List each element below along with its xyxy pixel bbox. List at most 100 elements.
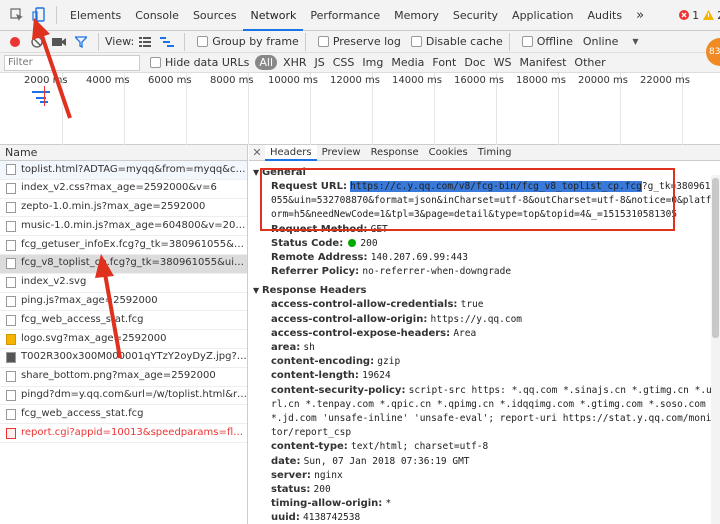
- tab-audits[interactable]: Audits: [581, 0, 630, 31]
- header-value: 19624: [362, 370, 391, 382]
- record-icon[interactable]: [4, 31, 26, 53]
- response-header-row: content-length: 19624: [249, 369, 720, 383]
- request-row[interactable]: index_v2.svg: [0, 274, 247, 293]
- status-code-row: Status Code: 200: [249, 237, 720, 251]
- inspect-element-icon[interactable]: [6, 4, 28, 26]
- request-row[interactable]: ping.js?max_age=2592000: [0, 293, 247, 312]
- error-icon: [679, 10, 690, 20]
- timeline-tick-label: 12000 ms: [330, 75, 380, 86]
- request-row[interactable]: music-1.0.min.js?max_age=604800&v=201711…: [0, 217, 247, 237]
- divider: [56, 6, 57, 24]
- preserve-log-label: Preserve log: [332, 35, 401, 48]
- request-row-error[interactable]: report.cgi?appid=10013&speedparams=flag1…: [0, 424, 247, 443]
- request-row[interactable]: fcg_web_access_stat.fcg: [0, 311, 247, 331]
- throttle-select[interactable]: Online: [583, 35, 618, 48]
- request-list: Name toplist.html?ADTAG=myqq&from=myqq&c…: [0, 145, 248, 524]
- preserve-log-checkbox[interactable]: [317, 36, 329, 47]
- response-header-row: area: sh: [249, 341, 720, 355]
- tab-timing[interactable]: Timing: [473, 145, 517, 161]
- large-rows-icon[interactable]: [134, 31, 156, 53]
- tab-headers[interactable]: Headers: [265, 145, 317, 161]
- request-row[interactable]: share_bottom.png?max_age=2592000: [0, 368, 247, 387]
- request-name: ping.js?max_age=2592000: [21, 295, 158, 307]
- header-value: Area: [453, 327, 477, 339]
- request-row[interactable]: zepto-1.0.min.js?max_age=2592000: [0, 199, 247, 218]
- type-filter-js[interactable]: JS: [311, 56, 329, 69]
- request-row[interactable]: fcg_getuser_infoEx.fcg?g_tk=380961055&ui…: [0, 236, 247, 255]
- screenshot-icon[interactable]: [48, 31, 70, 53]
- type-filter-doc[interactable]: Doc: [460, 56, 489, 69]
- response-header-row: date: Sun, 07 Jan 2018 07:36:19 GMT: [249, 455, 720, 469]
- header-value: https://y.qq.com: [430, 313, 523, 325]
- offline-label: Offline: [536, 35, 573, 48]
- timeline-tick-label: 4000 ms: [86, 75, 130, 86]
- request-row[interactable]: T002R300x300M000001qYTzY2oyDyZ.jpg?max_.…: [0, 349, 247, 368]
- tab-network[interactable]: Network: [243, 0, 304, 31]
- timeline-bar: [32, 91, 50, 93]
- more-tabs-button[interactable]: »: [629, 0, 651, 31]
- type-filter-media[interactable]: Media: [387, 56, 428, 69]
- request-row[interactable]: toplist.html?ADTAG=myqq&from=myqq&chann.…: [0, 161, 247, 180]
- offline-checkbox[interactable]: [521, 36, 533, 47]
- file-icon: [6, 295, 16, 307]
- tab-cookies[interactable]: Cookies: [424, 145, 473, 161]
- disable-cache-label: Disable cache: [425, 35, 503, 48]
- timeline-tick-label: 16000 ms: [454, 75, 504, 86]
- response-headers-section-header[interactable]: ▼ Response Headers: [249, 284, 720, 298]
- tab-preview[interactable]: Preview: [317, 145, 366, 161]
- device-toolbar-icon[interactable]: [28, 4, 50, 26]
- timeline-load-marker: [44, 86, 45, 106]
- tab-security[interactable]: Security: [446, 0, 505, 31]
- tab-memory[interactable]: Memory: [387, 0, 446, 31]
- image-icon: [6, 333, 16, 345]
- timeline-overview[interactable]: 2000 ms 4000 ms 6000 ms 8000 ms 10000 ms…: [0, 73, 720, 145]
- tab-elements[interactable]: Elements: [63, 0, 128, 31]
- name-column-header[interactable]: Name: [0, 145, 247, 161]
- filter-input[interactable]: [4, 54, 140, 71]
- filter-icon[interactable]: [70, 31, 92, 53]
- tab-sources[interactable]: Sources: [186, 0, 244, 31]
- request-name: fcg_v8_toplist_cp.fcg?g_tk=380961055&uin…: [21, 257, 247, 269]
- waterfall-icon[interactable]: [156, 31, 178, 53]
- tab-console[interactable]: Console: [128, 0, 186, 31]
- type-filter-manifest[interactable]: Manifest: [515, 56, 570, 69]
- chevron-down-icon[interactable]: ▼: [632, 37, 638, 46]
- remote-address-label: Remote Address:: [271, 252, 368, 264]
- hide-data-urls-checkbox[interactable]: [150, 57, 161, 68]
- tab-application[interactable]: Application: [505, 0, 580, 31]
- tab-response[interactable]: Response: [366, 145, 424, 161]
- close-detail-icon[interactable]: ✕: [249, 146, 265, 159]
- issue-counters[interactable]: 1 2: [679, 9, 720, 22]
- timeline-tick-label: 6000 ms: [148, 75, 192, 86]
- type-filter-ws[interactable]: WS: [490, 56, 516, 69]
- request-row[interactable]: pingd?dm=y.qq.com&url=/w/toplist.html&rd…: [0, 387, 247, 406]
- request-name: toplist.html?ADTAG=myqq&from=myqq&chann.…: [21, 163, 247, 175]
- header-value: nginx: [314, 469, 343, 481]
- request-row[interactable]: fcg_web_access_stat.fcg: [0, 405, 247, 425]
- disable-cache-checkbox[interactable]: [410, 36, 422, 47]
- type-filter-xhr[interactable]: XHR: [279, 56, 310, 69]
- header-name: access-control-allow-origin:: [271, 313, 428, 325]
- request-row[interactable]: logo.svg?max_age=2592000: [0, 330, 247, 349]
- request-name: fcg_getuser_infoEx.fcg?g_tk=380961055&ui…: [21, 238, 247, 250]
- request-row[interactable]: index_v2.css?max_age=2592000&v=6: [0, 180, 247, 199]
- type-filter-css[interactable]: CSS: [329, 56, 359, 69]
- warning-icon: [703, 10, 715, 20]
- type-filter-font[interactable]: Font: [428, 56, 460, 69]
- request-name: zepto-1.0.min.js?max_age=2592000: [21, 201, 206, 213]
- type-filter-all[interactable]: All: [255, 55, 278, 70]
- timeline-tick-label: 18000 ms: [516, 75, 566, 86]
- group-by-frame-checkbox[interactable]: [197, 36, 209, 47]
- header-value: sh: [303, 342, 315, 354]
- header-value: 4138742538: [303, 512, 361, 524]
- type-filter-img[interactable]: Img: [358, 56, 387, 69]
- request-name: fcg_web_access_stat.fcg: [21, 313, 144, 325]
- filter-bar: Hide data URLs All XHR JS CSS Img Media …: [0, 53, 720, 73]
- type-filter-other[interactable]: Other: [570, 56, 609, 69]
- header-name: content-length:: [271, 370, 359, 382]
- clear-icon[interactable]: [26, 31, 48, 53]
- remote-address-value: 140.207.69.99:443: [370, 252, 468, 264]
- request-row-selected[interactable]: fcg_v8_toplist_cp.fcg?g_tk=380961055&uin…: [0, 254, 247, 274]
- detail-scrollbar-thumb[interactable]: [712, 178, 719, 338]
- tab-performance[interactable]: Performance: [303, 0, 387, 31]
